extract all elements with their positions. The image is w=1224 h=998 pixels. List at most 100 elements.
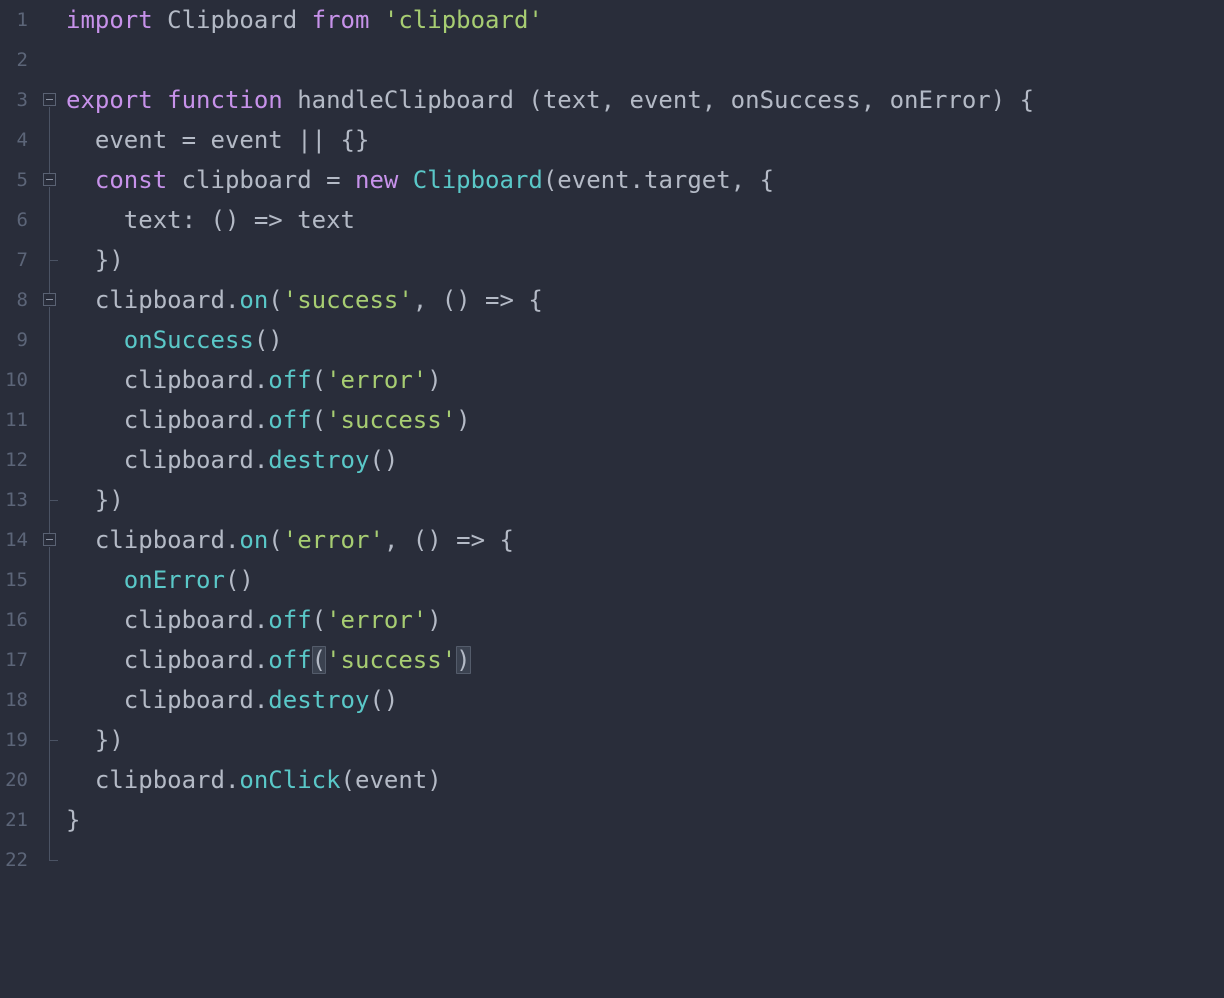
code-text[interactable]: onSuccess() <box>66 320 283 360</box>
token-plain: , () => { <box>383 526 514 554</box>
code-line[interactable]: 19 }) <box>0 720 1224 760</box>
fold-end-marker <box>41 480 59 520</box>
code-line[interactable]: 11 clipboard.off('success') <box>0 400 1224 440</box>
code-line[interactable]: 4 event = event || {} <box>0 120 1224 160</box>
code-text[interactable]: onError() <box>66 560 254 600</box>
fold-minus-icon[interactable] <box>43 533 56 546</box>
code-line[interactable]: 21} <box>0 800 1224 840</box>
matching-bracket: ) <box>456 646 471 674</box>
indent-guide <box>49 187 50 200</box>
code-line[interactable]: 2 <box>0 40 1224 80</box>
indent-guide <box>41 400 59 440</box>
gutter-empty <box>41 40 59 80</box>
indent-guide <box>41 600 59 640</box>
indent-guide-line <box>49 440 50 480</box>
code-line[interactable]: 16 clipboard.off('error') <box>0 600 1224 640</box>
indent-guide <box>41 680 59 720</box>
code-line[interactable]: 3 export function handleClipboard (text, … <box>0 80 1224 120</box>
code-text[interactable]: clipboard.destroy() <box>66 680 399 720</box>
code-editor[interactable]: 1 import Clipboard from 'clipboard' 2 3 expo… <box>0 0 1224 998</box>
code-text[interactable]: export function handleClipboard (text, e… <box>66 80 1034 120</box>
line-number: 19 <box>5 729 28 751</box>
indent-guide-line <box>49 560 50 600</box>
line-number: 13 <box>5 489 28 511</box>
token-punct: ( <box>268 526 283 554</box>
fold-minus-icon[interactable] <box>43 293 56 306</box>
fold-minus-icon[interactable] <box>43 93 56 106</box>
code-text[interactable]: text: () => text <box>66 200 355 240</box>
code-line[interactable]: 10 clipboard.off('error') <box>0 360 1224 400</box>
token-class: Clipboard <box>412 166 543 194</box>
code-text[interactable]: }) <box>66 480 124 520</box>
code-text[interactable]: clipboard.off('error') <box>66 600 442 640</box>
token-plain: clipboard. <box>66 686 269 714</box>
indent-guide-line <box>49 760 50 800</box>
code-line[interactable]: 15 onError() <box>0 560 1224 600</box>
indent-guide <box>41 360 59 400</box>
fold-toggle-icon[interactable] <box>41 520 59 560</box>
code-text[interactable]: clipboard.off('success') <box>66 640 471 680</box>
code-text[interactable]: clipboard.on('error', () => { <box>66 520 514 560</box>
code-line[interactable]: 18 clipboard.destroy() <box>0 680 1224 720</box>
fold-end-tick <box>49 260 58 261</box>
fold-minus-icon[interactable] <box>43 173 56 186</box>
code-line[interactable]: 1 import Clipboard from 'clipboard' <box>0 0 1224 40</box>
code-text[interactable]: } <box>66 800 80 840</box>
code-line[interactable]: 9 onSuccess() <box>0 320 1224 360</box>
code-text[interactable]: import Clipboard from 'clipboard' <box>66 0 543 40</box>
code-line[interactable]: 14 clipboard.on('error', () => { <box>0 520 1224 560</box>
editor-code-area[interactable]: 1 import Clipboard from 'clipboard' 2 3 expo… <box>0 0 1224 998</box>
indent-guide-line <box>49 640 50 680</box>
code-line[interactable]: 8 clipboard.on('success', () => { <box>0 280 1224 320</box>
token-string: 'success' <box>326 646 457 674</box>
line-number: 8 <box>16 289 28 311</box>
token-plain: text: () => text <box>66 206 355 234</box>
token-string: 'error' <box>326 366 428 394</box>
line-number: 14 <box>5 529 28 551</box>
line-number: 1 <box>16 9 28 31</box>
code-line[interactable]: 17 clipboard.off('success') <box>0 640 1224 680</box>
token-plain: , () => { <box>412 286 543 314</box>
line-number: 7 <box>16 249 28 271</box>
indent-guide-line <box>49 400 50 440</box>
code-text[interactable]: }) <box>66 720 124 760</box>
fold-toggle-icon[interactable] <box>41 80 59 120</box>
code-text[interactable]: clipboard.onClick(event) <box>66 760 442 800</box>
token-method: off <box>268 406 312 434</box>
token-plain: Clipboard <box>167 6 312 34</box>
token-string: 'clipboard' <box>383 6 543 34</box>
code-line[interactable]: 13 }) <box>0 480 1224 520</box>
code-text[interactable]: clipboard.on('success', () => { <box>66 280 543 320</box>
code-line[interactable]: 5 const clipboard = new Clipboard(event.… <box>0 160 1224 200</box>
token-punct: ) <box>427 366 442 394</box>
code-text[interactable]: clipboard.off('success') <box>66 400 471 440</box>
indent-guide <box>41 760 59 800</box>
token-method: on <box>239 526 269 554</box>
token-plain: clipboard. <box>66 646 269 674</box>
line-number: 2 <box>16 49 28 71</box>
code-text[interactable]: clipboard.off('error') <box>66 360 442 400</box>
token-punct: ) <box>427 606 442 634</box>
token-method: off <box>268 606 312 634</box>
code-text[interactable]: event = event || {} <box>66 120 370 160</box>
indent-guide <box>49 520 50 533</box>
line-number: 11 <box>5 409 28 431</box>
code-line[interactable]: 6 text: () => text <box>0 200 1224 240</box>
token-string: 'success' <box>326 406 457 434</box>
code-line[interactable]: 22 <box>0 840 1224 880</box>
code-text[interactable]: const clipboard = new Clipboard(event.ta… <box>66 160 774 200</box>
code-text[interactable]: }) <box>66 240 124 280</box>
line-number: 9 <box>16 329 28 351</box>
indent-guide-line <box>49 200 50 240</box>
token-string: 'error' <box>282 526 384 554</box>
code-line[interactable]: 12 clipboard.destroy() <box>0 440 1224 480</box>
token-plain: clipboard. <box>66 286 240 314</box>
fold-toggle-icon[interactable] <box>41 160 59 200</box>
code-line[interactable]: 20 clipboard.onClick(event) <box>0 760 1224 800</box>
code-text[interactable]: clipboard.destroy() <box>66 440 399 480</box>
indent-guide <box>41 640 59 680</box>
token-method: on <box>239 286 269 314</box>
gutter-empty <box>41 0 59 40</box>
fold-toggle-icon[interactable] <box>41 280 59 320</box>
code-line[interactable]: 7 }) <box>0 240 1224 280</box>
